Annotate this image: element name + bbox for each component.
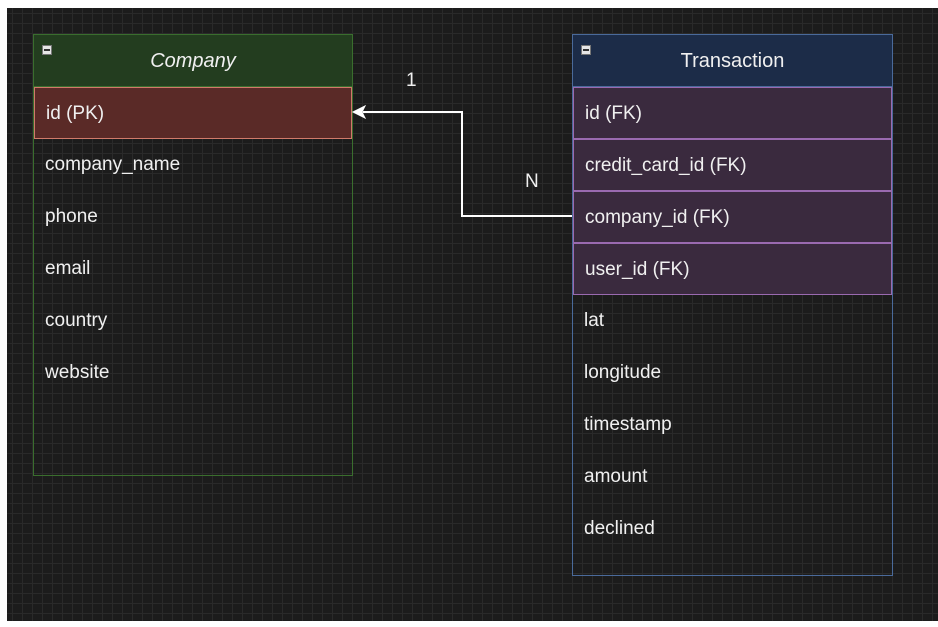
diagram-canvas: Company id (PK) company_name phone email… [7,8,938,621]
cardinality-one-label: 1 [406,70,417,91]
relationship-edges [351,104,572,217]
relationship-line[interactable] [363,111,572,217]
cardinality-many-label: N [525,171,539,192]
